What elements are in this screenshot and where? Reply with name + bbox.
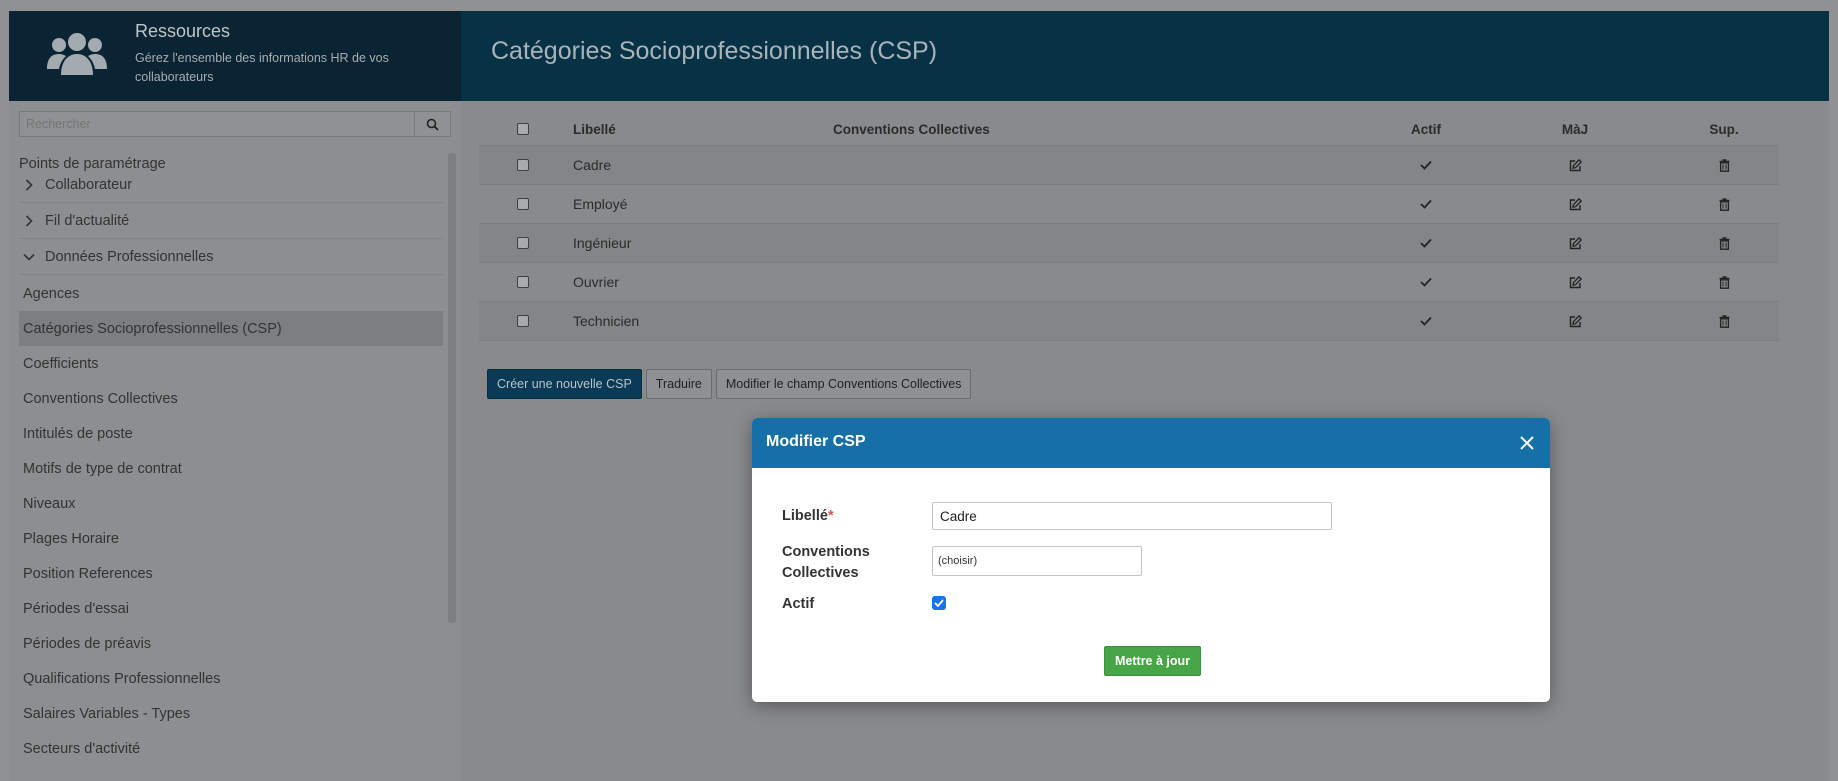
table-actions: Créer une nouvelle CSP Traduire Modifier…: [487, 369, 972, 399]
modify-conventions-field-button[interactable]: Modifier le champ Conventions Collective…: [715, 369, 972, 399]
row-checkbox[interactable]: [517, 198, 529, 210]
close-button[interactable]: [1516, 432, 1538, 454]
conventions-select[interactable]: (choisir): [932, 546, 1142, 576]
close-icon: [1520, 436, 1534, 450]
sidebar-item-position-references[interactable]: Position References: [19, 556, 443, 591]
libelle-label: Libellé*: [782, 506, 834, 527]
table-header: Libellé Conventions Collectives Actif Mà…: [479, 113, 1779, 146]
sidebar-item-motifs-contrat[interactable]: Motifs de type de contrat: [19, 451, 443, 486]
sidebar-group-donnees-professionnelles[interactable]: Données Professionnelles: [19, 239, 443, 275]
check-icon: [1420, 277, 1432, 287]
modal-header: Modifier CSP: [752, 418, 1550, 468]
sidebar-group-label: Collaborateur: [45, 176, 133, 193]
sidebar-group-label: Fil d'actualité: [45, 212, 130, 229]
sidebar-search: [19, 111, 451, 137]
check-icon: [1420, 238, 1432, 248]
conventions-label: Conventions Collectives: [782, 544, 870, 581]
actif-label: Actif: [782, 596, 815, 612]
sidebar-item-qualifications[interactable]: Qualifications Professionnelles: [19, 661, 443, 696]
csp-table: Libellé Conventions Collectives Actif Mà…: [479, 113, 1779, 341]
col-conventions[interactable]: Conventions Collectives: [833, 113, 990, 145]
sidebar-item-salaires-variables[interactable]: Salaires Variables - Types: [19, 696, 443, 731]
chevron-down-icon: [19, 253, 39, 261]
update-button[interactable]: Mettre à jour: [1104, 646, 1202, 676]
app-header: Ressources Gérez l'ensemble des informat…: [9, 11, 461, 101]
check-icon: [1420, 316, 1432, 326]
sidebar-item-intitules-de-poste[interactable]: Intitulés de poste: [19, 416, 443, 451]
sidebar-item-plages-horaire[interactable]: Plages Horaire: [19, 521, 443, 556]
edit-icon[interactable]: [1569, 275, 1582, 289]
actif-checkbox[interactable]: [932, 596, 946, 610]
modal-title: Modifier CSP: [766, 433, 866, 450]
search-icon: [426, 118, 439, 131]
sidebar-group-fil-actualite[interactable]: Fil d'actualité: [19, 203, 443, 239]
translate-button[interactable]: Traduire: [645, 369, 712, 399]
trash-icon[interactable]: [1719, 275, 1730, 289]
create-csp-button[interactable]: Créer une nouvelle CSP: [487, 369, 642, 399]
select-all-checkbox[interactable]: [517, 123, 529, 135]
cell-libelle: Ouvrier: [573, 274, 619, 290]
trash-icon[interactable]: [1719, 314, 1730, 328]
row-checkbox[interactable]: [517, 315, 529, 327]
edit-icon[interactable]: [1569, 158, 1582, 172]
sidebar-item-coefficients[interactable]: Coefficients: [19, 346, 443, 381]
page-header: Catégories Socioprofessionnelles (CSP): [461, 11, 1829, 101]
search-button[interactable]: [415, 111, 451, 137]
sidebar-item-secteurs-activite[interactable]: Secteurs d'activité: [19, 731, 443, 766]
sidebar-item-periodes-essai[interactable]: Périodes d'essai: [19, 591, 443, 626]
users-icon: [47, 33, 107, 75]
row-checkbox[interactable]: [517, 237, 529, 249]
page-title: Catégories Socioprofessionnelles (CSP): [491, 37, 938, 65]
app-title: Ressources: [135, 21, 231, 41]
trash-icon[interactable]: [1719, 236, 1730, 250]
edit-icon[interactable]: [1569, 236, 1582, 250]
table-row: Cadre: [479, 146, 1779, 185]
sidebar: Points de paramétrage Collaborateur Fil …: [9, 101, 461, 781]
edit-icon[interactable]: [1569, 197, 1582, 211]
sidebar-item-periodes-preavis[interactable]: Périodes de préavis: [19, 626, 443, 661]
trash-icon[interactable]: [1719, 158, 1730, 172]
required-marker: *: [827, 508, 834, 524]
edit-csp-modal: Modifier CSP Libellé* Conventions Collec…: [752, 418, 1550, 702]
sidebar-item-agences[interactable]: Agences: [19, 276, 443, 311]
edit-icon[interactable]: [1569, 314, 1582, 328]
cell-libelle: Technicien: [573, 313, 640, 329]
row-checkbox[interactable]: [517, 276, 529, 288]
row-checkbox[interactable]: [517, 159, 529, 171]
cell-libelle: Ingénieur: [573, 235, 632, 251]
sidebar-scrollbar[interactable]: [448, 153, 456, 623]
libelle-input[interactable]: [932, 502, 1332, 530]
table-row: Ouvrier: [479, 263, 1779, 302]
app-subtitle: Gérez l'ensemble des informations HR de …: [135, 51, 389, 84]
table-row: Technicien: [479, 302, 1779, 341]
search-input[interactable]: [19, 111, 415, 137]
col-sup: Sup.: [1709, 121, 1739, 137]
check-icon: [934, 599, 944, 607]
sidebar-group-collaborateur[interactable]: Collaborateur: [19, 167, 443, 203]
trash-icon[interactable]: [1719, 197, 1730, 211]
sidebar-group-label: Données Professionnelles: [45, 248, 214, 265]
check-icon: [1420, 199, 1432, 209]
cell-libelle: Employé: [573, 196, 628, 212]
sidebar-item-niveaux[interactable]: Niveaux: [19, 486, 443, 521]
cell-libelle: Cadre: [573, 157, 612, 173]
sidebar-item-conventions-collectives[interactable]: Conventions Collectives: [19, 381, 443, 416]
check-icon: [1420, 160, 1432, 170]
table-row: Employé: [479, 185, 1779, 224]
table-row: Ingénieur: [479, 224, 1779, 263]
col-actif: Actif: [1411, 121, 1441, 137]
chevron-right-icon: [19, 178, 39, 191]
col-maj: MàJ: [1561, 121, 1589, 137]
sidebar-item-csp[interactable]: Catégories Socioprofessionnelles (CSP): [19, 311, 443, 346]
col-libelle[interactable]: Libellé: [573, 113, 616, 145]
chevron-right-icon: [19, 214, 39, 227]
libelle-label-text: Libellé: [782, 508, 828, 524]
